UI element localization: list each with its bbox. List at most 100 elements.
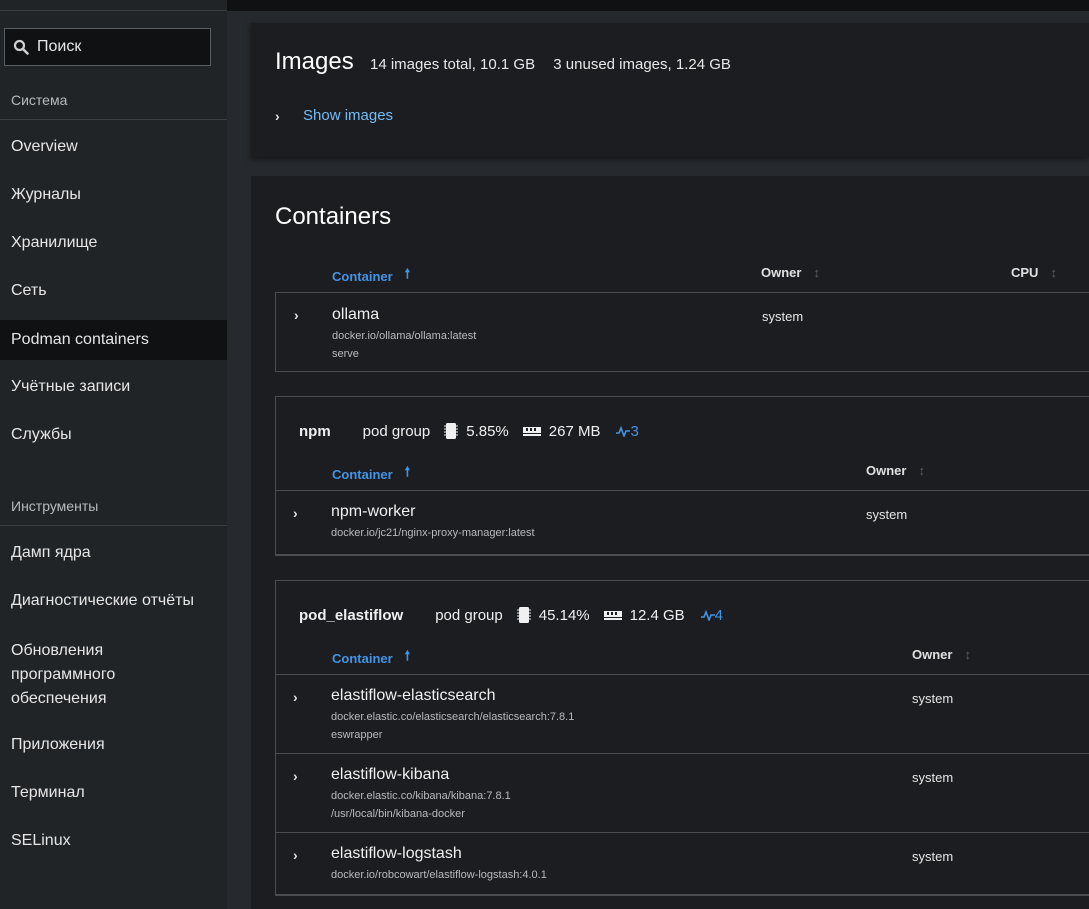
containers-title: Containers <box>275 203 392 230</box>
pod-processes[interactable]: 4 <box>700 606 724 624</box>
standalone-containers-table: › ollama docker.io/ollama/ollama:latest … <box>275 292 1089 372</box>
show-images-toggle[interactable]: › Show images <box>275 107 393 124</box>
sidebar-item-logs[interactable]: Журналы <box>0 175 227 215</box>
pod-processes-count: 3 <box>630 422 639 440</box>
container-owner: system <box>762 309 804 324</box>
show-images-link[interactable]: Show images <box>303 107 393 124</box>
activity-icon <box>700 609 715 621</box>
expand-row-icon[interactable]: › <box>293 689 298 705</box>
pod-memory-value: 267 MB <box>548 422 601 440</box>
pod-processes-count: 4 <box>714 606 724 624</box>
main-topbar <box>227 0 1089 11</box>
container-command: eswrapper <box>331 729 383 741</box>
memory-icon <box>603 611 622 620</box>
container-command: /usr/local/bin/kibana-docker <box>331 808 465 820</box>
pod-memory: 12.4 GB <box>603 606 685 624</box>
column-label: Owner <box>866 463 907 478</box>
search-box[interactable] <box>4 28 211 66</box>
images-title: Images <box>275 48 354 75</box>
sort-icon: ↕ <box>964 647 971 662</box>
container-owner: system <box>912 770 954 785</box>
sidebar: Система Overview Журналы Хранилище Сеть … <box>0 0 227 909</box>
containers-card: Containers Container 🠕 Owner ↕ CPU ↕ › o… <box>251 176 1089 909</box>
pod-cpu-value: 45.14% <box>538 606 590 624</box>
column-header-container[interactable]: Container 🠕 <box>332 647 410 669</box>
container-image: docker.io/ollama/ollama:latest <box>332 330 477 342</box>
sort-ascending-icon: 🠕 <box>404 464 411 479</box>
expand-row-icon[interactable]: › <box>293 505 298 521</box>
column-label: Owner <box>912 647 953 662</box>
column-header-owner[interactable]: Owner ↕ <box>761 265 820 280</box>
sidebar-item-diagnostic-reports[interactable]: Диагностические отчёты <box>0 581 227 621</box>
sidebar-item-selinux[interactable]: SELinux <box>0 821 227 861</box>
pod-cpu-value: 5.85% <box>466 422 509 440</box>
container-image: docker.elastic.co/elasticsearch/elastics… <box>331 711 575 723</box>
container-name: ollama <box>332 306 380 323</box>
pod-name: pod_elastiflow <box>299 606 404 624</box>
column-label: Container <box>332 466 393 482</box>
images-card: Images 14 images total, 10.1 GB 3 unused… <box>251 23 1089 157</box>
container-owner: system <box>912 849 954 864</box>
sort-icon: ↕ <box>918 463 925 478</box>
search-icon <box>13 39 29 55</box>
search-input[interactable] <box>37 38 197 56</box>
column-label: Container <box>332 268 393 284</box>
sidebar-item-storage[interactable]: Хранилище <box>0 223 227 263</box>
pod-memory-value: 12.4 GB <box>629 606 685 624</box>
pod-cpu: 45.14% <box>516 606 590 624</box>
column-header-owner[interactable]: Owner ↕ <box>866 463 925 478</box>
pod-label: pod group <box>362 422 431 440</box>
container-name: elastiflow-elasticsearch <box>331 687 496 704</box>
cpu-icon <box>444 423 459 439</box>
container-command: serve <box>332 348 359 360</box>
column-label: Owner <box>761 265 802 280</box>
chevron-right-icon: › <box>275 107 280 124</box>
sort-icon: ↕ <box>1050 265 1057 280</box>
section-heading-tools: Инструменты <box>0 496 227 526</box>
sidebar-topbar <box>0 0 227 11</box>
sidebar-item-network[interactable]: Сеть <box>0 271 227 311</box>
pod-cpu: 5.85% <box>444 422 509 440</box>
table-row[interactable]: › npm-worker docker.io/jc21/nginx-proxy-… <box>275 491 1089 555</box>
pod-label: pod group <box>435 606 503 624</box>
column-header-container[interactable]: Container 🠕 <box>332 463 410 485</box>
expand-row-icon[interactable]: › <box>294 307 299 323</box>
sidebar-item-services[interactable]: Службы <box>0 415 227 455</box>
memory-icon <box>522 427 541 436</box>
table-row[interactable]: › elastiflow-kibana docker.elastic.co/ki… <box>275 754 1089 832</box>
table-row[interactable]: › ollama docker.io/ollama/ollama:latest … <box>276 293 1089 371</box>
pod-header-elastiflow: pod_elastiflow pod group 45.14% 12.4 GB … <box>299 606 723 624</box>
pod-processes[interactable]: 3 <box>616 422 639 440</box>
sidebar-item-software-updates[interactable]: Обновления программного обеспечения <box>0 637 140 713</box>
table-row[interactable]: › elastiflow-logstash docker.io/robcowar… <box>275 833 1089 895</box>
container-image: docker.io/robcowart/elastiflow-logstash:… <box>331 869 547 881</box>
sidebar-item-terminal[interactable]: Терминал <box>0 773 227 813</box>
sidebar-item-kernel-dump[interactable]: Дамп ядра <box>0 533 227 573</box>
images-summary: 14 images total, 10.1 GB 3 unused images… <box>370 56 731 73</box>
column-header-cpu[interactable]: CPU ↕ <box>1011 265 1057 280</box>
expand-row-icon[interactable]: › <box>293 768 298 784</box>
sidebar-item-podman-containers[interactable]: Podman containers <box>0 320 227 360</box>
column-header-container[interactable]: Container 🠕 <box>332 265 410 287</box>
sort-ascending-icon: 🠕 <box>404 266 411 281</box>
container-name: elastiflow-kibana <box>331 766 450 783</box>
column-label: CPU <box>1011 265 1039 280</box>
container-image: docker.elastic.co/kibana/kibana:7.8.1 <box>331 790 511 802</box>
column-header-owner[interactable]: Owner ↕ <box>912 647 971 662</box>
sidebar-item-applications[interactable]: Приложения <box>0 725 227 765</box>
container-image: docker.io/jc21/nginx-proxy-manager:lates… <box>331 527 535 539</box>
cpu-icon <box>516 607 531 623</box>
table-row[interactable]: › elastiflow-elasticsearch docker.elasti… <box>275 675 1089 753</box>
sort-icon: ↕ <box>813 265 820 280</box>
sort-ascending-icon: 🠕 <box>404 648 411 663</box>
container-owner: system <box>866 507 908 522</box>
main-gutter <box>227 11 251 909</box>
container-name: elastiflow-logstash <box>331 845 462 862</box>
column-label: Container <box>332 650 393 666</box>
expand-row-icon[interactable]: › <box>293 847 298 863</box>
pod-header-npm: npm pod group 5.85% 267 MB 3 <box>299 422 639 440</box>
sidebar-item-accounts[interactable]: Учётные записи <box>0 367 227 407</box>
activity-icon <box>616 425 631 437</box>
pod-name: npm <box>299 422 331 440</box>
sidebar-item-overview[interactable]: Overview <box>0 127 227 167</box>
